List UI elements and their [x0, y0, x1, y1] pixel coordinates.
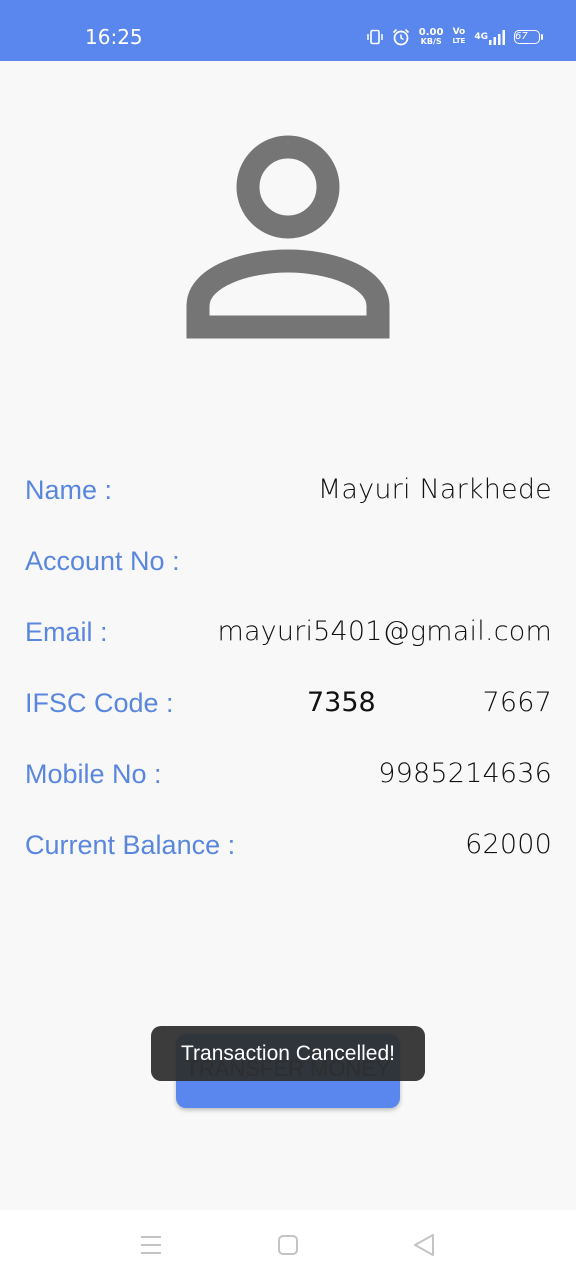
account-no-label: Account No : — [25, 546, 180, 576]
menu-icon[interactable] — [137, 1232, 167, 1258]
ifsc-label: IFSC Code : — [25, 688, 174, 718]
home-square-icon[interactable] — [274, 1232, 304, 1258]
ifsc-value: 7667 — [482, 687, 552, 718]
status-time: 16:25 — [85, 25, 143, 49]
mobile-value: 9985214636 — [378, 758, 552, 789]
battery-level: 67 — [515, 31, 528, 42]
email-label: Email : — [25, 617, 108, 647]
net-speed: 0.00 KB/S — [418, 27, 444, 47]
balance-value: 62000 — [465, 829, 552, 860]
alarm-icon — [392, 28, 410, 46]
email-row: Email : mayuri5401@gmail.com — [25, 612, 552, 652]
battery-icon: 67 — [514, 30, 543, 44]
toast-message: Transaction Cancelled! — [151, 1026, 425, 1081]
vibrate-icon — [367, 29, 383, 45]
back-triangle-icon[interactable] — [410, 1232, 440, 1258]
mobile-label: Mobile No : — [25, 759, 162, 789]
ifsc-value-left: 7358 — [307, 687, 376, 718]
name-row: Name : Mayuri Narkhede — [25, 470, 552, 510]
mobile-row: Mobile No : 9985214636 — [25, 754, 552, 794]
person-icon — [186, 134, 390, 340]
email-value: mayuri5401@gmail.com — [217, 616, 552, 647]
balance-row: Current Balance : 62000 — [25, 825, 552, 865]
navigation-bar — [0, 1210, 576, 1280]
status-bar: 16:25 0.00 KB/S Vo LTE 4G 67 — [0, 0, 576, 61]
volte-icon: Vo LTE — [452, 27, 466, 46]
name-value: Mayuri Narkhede — [317, 474, 552, 505]
network-type: 4G — [474, 32, 488, 42]
signal-icon: 4G — [474, 29, 505, 45]
account-no-row: Account No : — [25, 541, 552, 581]
ifsc-row: IFSC Code : 7358 7667 — [25, 683, 552, 723]
balance-label: Current Balance : — [25, 830, 236, 860]
status-icons: 0.00 KB/S Vo LTE 4G 67 — [367, 25, 543, 49]
name-label: Name : — [25, 475, 113, 505]
